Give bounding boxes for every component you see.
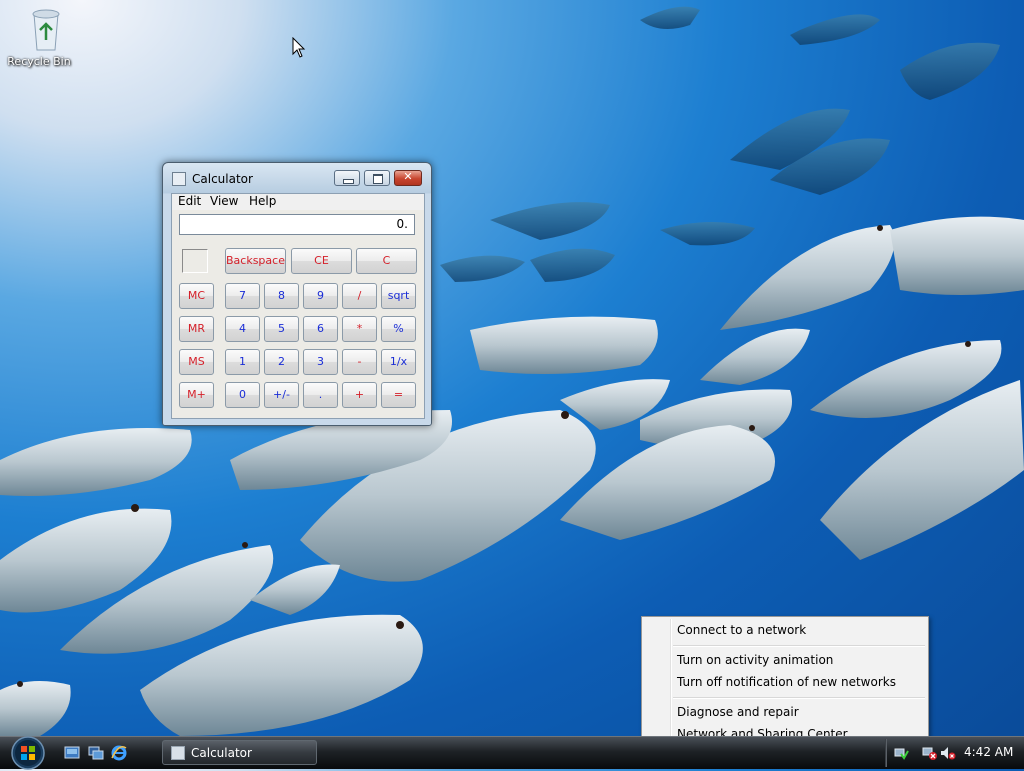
digit-1-button[interactable]: 1 [225,349,260,375]
taskbar-clock[interactable]: 4:42 AM [964,745,1013,759]
mouse-cursor-icon [292,37,306,58]
menu-edit[interactable]: Edit [178,194,201,208]
minimize-button[interactable] [334,170,360,186]
digit-6-button[interactable]: 6 [303,316,338,342]
menu-item-activity-animation[interactable]: Turn on activity animation [677,653,833,667]
windows-orb-icon[interactable] [6,735,50,771]
percent-button[interactable]: % [381,316,416,342]
subtract-button[interactable]: - [342,349,377,375]
menu-gutter-highlight [671,619,672,747]
calculator-display: 0. [179,214,415,235]
close-icon: ✕ [403,170,413,183]
volume-muted-icon[interactable] [940,745,956,761]
menu-item-network-notification[interactable]: Turn off notification of new networks [677,675,896,689]
memory-indicator [182,249,208,273]
menu-item-diagnose-repair[interactable]: Diagnose and repair [677,705,799,719]
calculator-icon [172,172,186,186]
recycle-bin-label: Recycle Bin [7,55,71,68]
maximize-button[interactable] [364,170,390,186]
network-context-menu: Connect to a network Turn on activity an… [641,616,929,748]
multiply-button[interactable]: * [342,316,377,342]
maximize-icon [373,174,383,184]
digit-3-button[interactable]: 3 [303,349,338,375]
close-button[interactable]: ✕ [394,170,422,186]
digit-5-button[interactable]: 5 [264,316,299,342]
m-plus-button[interactable]: M+ [179,382,214,408]
taskbar: Calculator 4:42 AM [0,735,1024,771]
internet-explorer-icon[interactable] [111,745,127,761]
menu-bar: Edit View Help [172,194,424,210]
digit-7-button[interactable]: 7 [225,283,260,309]
digit-8-button[interactable]: 8 [264,283,299,309]
digit-4-button[interactable]: 4 [225,316,260,342]
sign-toggle-button[interactable]: +/- [264,382,299,408]
reciprocal-button[interactable]: 1/x [381,349,416,375]
minimize-icon [343,179,354,184]
taskbar-button-label: Calculator [191,746,252,760]
calculator-titlebar[interactable]: Calculator ✕ [163,163,431,193]
tray-divider [885,739,887,767]
digit-0-button[interactable]: 0 [225,382,260,408]
digit-2-button[interactable]: 2 [264,349,299,375]
show-desktop-icon[interactable] [64,746,80,760]
network-disconnected-icon[interactable] [922,745,938,761]
recycle-bin-icon [32,9,59,51]
switch-windows-icon[interactable] [88,746,104,760]
menu-view[interactable]: View [210,194,238,208]
equals-button[interactable]: = [381,382,416,408]
menu-help[interactable]: Help [249,194,276,208]
decimal-button[interactable]: . [303,382,338,408]
menu-separator [673,697,925,699]
calculator-icon [171,746,185,760]
ms-button[interactable]: MS [179,349,214,375]
backspace-button[interactable]: Backspace [225,248,286,274]
window-title: Calculator [192,172,253,186]
add-button[interactable]: + [342,382,377,408]
divide-button[interactable]: / [342,283,377,309]
menu-item-connect-to-network[interactable]: Connect to a network [677,623,806,637]
digit-9-button[interactable]: 9 [303,283,338,309]
taskbar-button-calculator[interactable]: Calculator [162,740,317,765]
calculator-body: Edit View Help 0. Backspace CE C MC MR M… [171,193,425,419]
network-connected-icon[interactable] [893,745,909,761]
calculator-window[interactable]: Calculator ✕ Edit View Help 0. Backspace… [162,162,432,426]
c-button[interactable]: C [356,248,417,274]
mr-button[interactable]: MR [179,316,214,342]
mc-button[interactable]: MC [179,283,214,309]
sqrt-button[interactable]: sqrt [381,283,416,309]
desktop-icon-recycle-bin[interactable]: Recycle Bin [6,4,72,68]
ce-button[interactable]: CE [291,248,352,274]
menu-separator [673,645,925,647]
